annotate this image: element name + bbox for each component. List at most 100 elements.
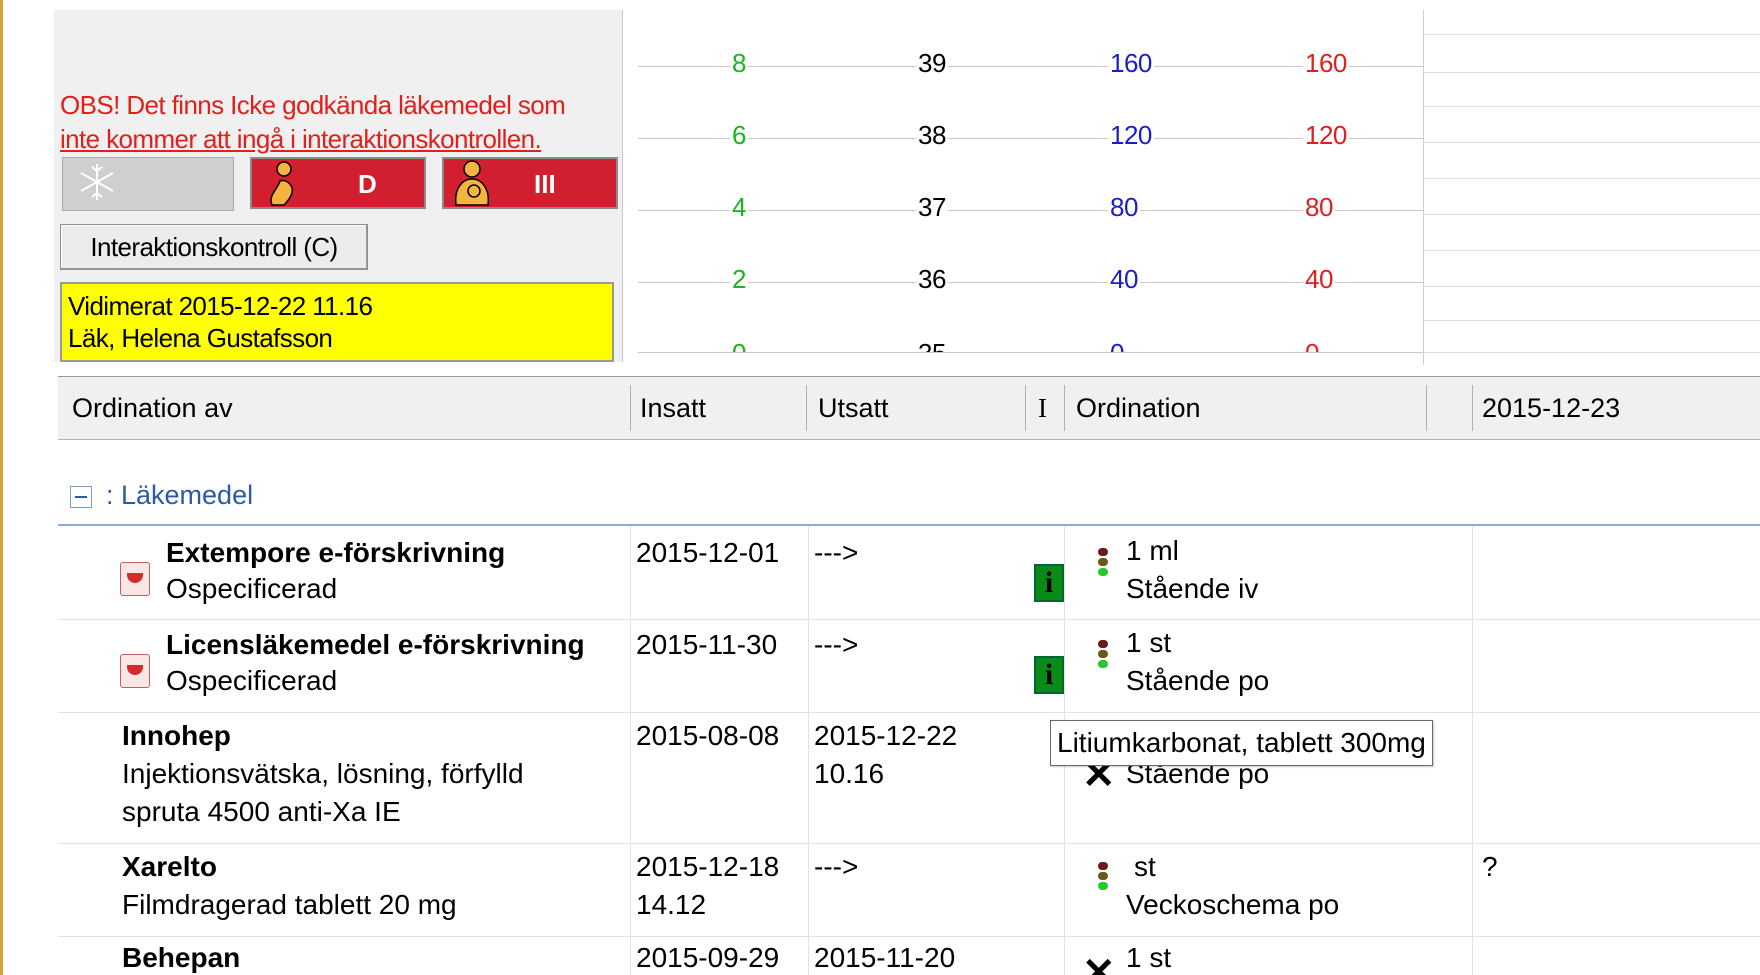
scale-tick-label: 0	[1303, 338, 1321, 352]
pregnancy-category-label: D	[358, 169, 377, 199]
status-light-icon	[1096, 546, 1110, 580]
scale-tick-label: 35	[916, 338, 948, 352]
column-header-date[interactable]: 2015-12-23	[1482, 377, 1620, 439]
insatt-date: 2015-12-18	[636, 851, 780, 882]
drug-description: Injektionsvätska, lösning, förfylld	[122, 758, 524, 789]
snowflake-icon	[80, 164, 114, 200]
window-edge	[0, 0, 3, 975]
vital-signs-scale-panel: 8 6 4 2 0 39 38 37 36 35 160 120 80 40 0 160 120 80 40 0	[638, 0, 1760, 365]
breastfeeding-category-button[interactable]: III	[442, 157, 618, 209]
insatt-date: 2015-08-08	[636, 720, 780, 751]
drug-tooltip: Litiumkarbonat, tablett 300mg	[1050, 720, 1433, 766]
scale-tick-label: 40	[1108, 264, 1140, 295]
utsatt-time: 10.16	[814, 758, 885, 789]
e-prescription-icon	[120, 654, 150, 688]
dose: st	[1134, 851, 1156, 882]
dose: 1 st	[1126, 627, 1172, 658]
breastfeeding-category-label: III	[534, 169, 556, 199]
schedule: Stående po	[1126, 665, 1270, 696]
non-approved-warning: OBS! Det finns Icke godkända läkemedel s…	[60, 88, 620, 156]
drug-name: Innohep	[122, 720, 231, 751]
status-light-icon	[1096, 638, 1110, 672]
column-header-ordination-av[interactable]: Ordination av	[72, 377, 233, 439]
timeline-grid-line	[1423, 142, 1760, 143]
scale-tick-label: 39	[916, 48, 948, 79]
column-divider[interactable]	[1064, 385, 1065, 431]
dose: 1 st	[1126, 942, 1172, 973]
verification-doctor: Läk, Helena Gustafsson	[68, 323, 333, 353]
scale-tick-label: 8	[730, 48, 748, 79]
scale-grid-line	[638, 352, 1423, 353]
dose: 1 ml	[1126, 535, 1179, 566]
scale-tick-label: 80	[1108, 192, 1140, 223]
insatt-date: 2015-12-01	[636, 537, 780, 568]
timeline-grid-line	[1423, 352, 1760, 353]
timeline-grid-line	[1423, 250, 1760, 251]
column-header-interaction[interactable]: I	[1038, 377, 1047, 439]
drug-description: Ospecificerad	[166, 573, 338, 604]
timeline-grid-line	[1423, 34, 1760, 35]
drug-description-cont: spruta 4500 anti-Xa IE	[122, 796, 401, 827]
pregnant-woman-icon	[270, 161, 294, 206]
timeline-grid-line	[1423, 72, 1760, 73]
timeline-grid-line	[1423, 214, 1760, 215]
verification-box: Vidimerat 2015-12-22 11.16 Läk, Helena G…	[60, 282, 614, 362]
table-row[interactable]: Xarelto Filmdragerad tablett 20 mg 2015-…	[58, 844, 1760, 936]
scale-tick-label: 4	[730, 192, 748, 223]
column-header-utsatt[interactable]: Utsatt	[818, 377, 889, 439]
drug-name: Licensläkemedel e-förskrivning	[166, 629, 585, 660]
scale-tick-label: 80	[1303, 192, 1335, 223]
verification-date: Vidimerat 2015-12-22 11.16	[68, 291, 373, 321]
utsatt-date: --->	[814, 537, 859, 568]
drug-name: Extempore e-förskrivning	[166, 537, 506, 568]
scale-tick-label: 2	[730, 264, 748, 295]
group-label-lakemedel[interactable]: : Läkemedel	[106, 480, 253, 511]
scale-tick-label: 40	[1303, 264, 1335, 295]
column-divider[interactable]	[806, 385, 807, 431]
utsatt-date: 2015-11-20	[814, 942, 956, 973]
warning-line-1: OBS! Det finns Icke godkända läkemedel s…	[60, 90, 566, 120]
scale-tick-label: 0	[730, 338, 748, 352]
timeline-grid-line	[1423, 286, 1760, 287]
scale-tick-label: 6	[730, 120, 748, 151]
table-header: Ordination av Insatt Utsatt I Ordination…	[58, 377, 1760, 440]
table-row[interactable]: Innohep Injektionsvätska, lösning, förfy…	[58, 713, 1760, 843]
interaction-check-button[interactable]: Interaktionskontroll (C)	[60, 224, 368, 270]
utsatt-date: 2015-12-22	[814, 720, 958, 751]
column-divider[interactable]	[1025, 385, 1026, 431]
insatt-time: 14.12	[636, 889, 707, 920]
table-row[interactable]: Behepan 2015-09-29 2015-11-20 ✕ 1 st	[58, 937, 1760, 975]
column-divider[interactable]	[1426, 385, 1427, 431]
day-cell-value[interactable]: ?	[1482, 848, 1498, 886]
drug-description: Ospecificerad	[166, 665, 338, 696]
scale-tick-label: 120	[1303, 120, 1349, 151]
snowflake-button[interactable]	[62, 157, 234, 211]
drug-name: Xarelto	[122, 851, 217, 882]
column-header-insatt[interactable]: Insatt	[640, 377, 706, 439]
timeline-grid-line	[1423, 178, 1760, 179]
drug-name: Behepan	[122, 942, 241, 973]
scale-tick-label: 160	[1303, 48, 1349, 79]
discontinued-x-icon: ✕	[1082, 951, 1116, 975]
insatt-date: 2015-11-30	[636, 629, 778, 660]
collapse-group-button[interactable]	[70, 486, 92, 508]
drug-description: Filmdragerad tablett 20 mg	[122, 889, 457, 920]
scale-tick-label: 120	[1108, 120, 1154, 151]
scale-tick-label: 37	[916, 192, 948, 223]
info-icon[interactable]: i	[1034, 656, 1064, 694]
column-divider[interactable]	[630, 385, 631, 431]
column-divider[interactable]	[1472, 385, 1473, 431]
table-row[interactable]: Extempore e-förskrivning Ospecificerad 2…	[58, 526, 1760, 619]
status-light-icon	[1096, 860, 1110, 894]
scale-tick-label: 0	[1108, 338, 1126, 352]
info-icon[interactable]: i	[1034, 564, 1064, 602]
insatt-date: 2015-09-29	[636, 942, 780, 973]
pregnancy-category-button[interactable]: D	[250, 157, 426, 209]
scale-separator	[1423, 10, 1424, 365]
utsatt-date: --->	[814, 629, 859, 660]
table-row[interactable]: Licensläkemedel e-förskrivning Ospecific…	[58, 620, 1760, 712]
utsatt-date: --->	[814, 851, 859, 882]
column-header-ordination[interactable]: Ordination	[1076, 377, 1201, 439]
schedule: Veckoschema po	[1126, 889, 1340, 920]
breastfeeding-icon	[454, 160, 490, 206]
